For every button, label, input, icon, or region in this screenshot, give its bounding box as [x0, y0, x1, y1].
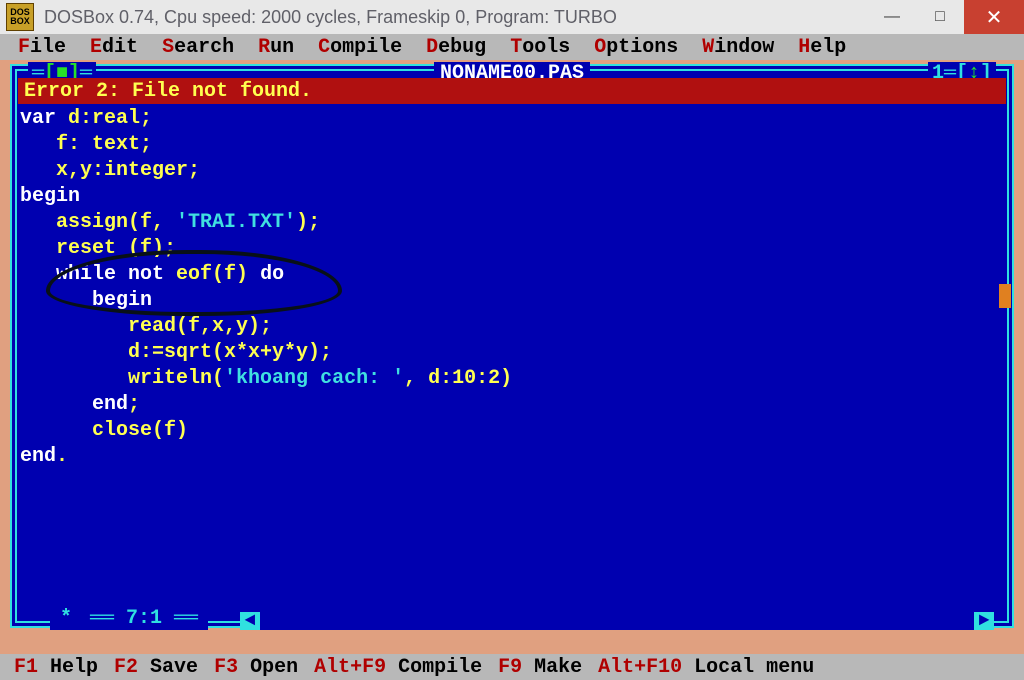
- editor-frame: ═[■]═ NONAME00.PAS 1═[↕] Error 2: File n…: [10, 64, 1014, 628]
- menu-window[interactable]: Window: [690, 36, 786, 59]
- dosbox-icon: DOS BOX: [6, 3, 34, 31]
- turbo-menubar: FileEditSearchRunCompileDebugToolsOption…: [0, 34, 1024, 60]
- close-button[interactable]: ✕: [964, 0, 1024, 34]
- shortcut-f3[interactable]: F3 Open: [206, 656, 306, 679]
- scroll-left-icon[interactable]: ◄: [240, 612, 260, 630]
- menu-debug[interactable]: Debug: [414, 36, 498, 59]
- maximize-button[interactable]: □: [916, 0, 964, 34]
- scrollbar-thumb[interactable]: [999, 284, 1011, 308]
- editor-stage: ═[■]═ NONAME00.PAS 1═[↕] Error 2: File n…: [0, 60, 1024, 654]
- shortcut-bar: F1 HelpF2 SaveF3 OpenAlt+F9 CompileF9 Ma…: [0, 654, 1024, 680]
- status-cursor-pos: *══ 7:1 ══: [50, 607, 208, 630]
- shortcut-alt-f10[interactable]: Alt+F10 Local menu: [590, 656, 822, 679]
- error-bar: Error 2: File not found.: [18, 78, 1006, 104]
- menu-run[interactable]: Run: [246, 36, 306, 59]
- shortcut-f2[interactable]: F2 Save: [106, 656, 206, 679]
- menu-compile[interactable]: Compile: [306, 36, 414, 59]
- menu-file[interactable]: File: [6, 36, 78, 59]
- menu-tools[interactable]: Tools: [498, 36, 582, 59]
- code-editor[interactable]: var d:real; f: text; x,y:integer; begin …: [20, 106, 994, 610]
- cursor-position: 7:1: [126, 607, 162, 630]
- menu-edit[interactable]: Edit: [78, 36, 150, 59]
- shortcut-f9[interactable]: F9 Make: [490, 656, 590, 679]
- dosbox-window: DOS BOX DOSBox 0.74, Cpu speed: 2000 cyc…: [0, 0, 1024, 680]
- scroll-right-icon[interactable]: ►: [974, 612, 994, 630]
- os-titlebar: DOS BOX DOSBox 0.74, Cpu speed: 2000 cyc…: [0, 0, 1024, 34]
- os-title-text: DOSBox 0.74, Cpu speed: 2000 cycles, Fra…: [40, 7, 621, 28]
- scrollbar-track[interactable]: [260, 617, 974, 625]
- minimize-button[interactable]: —: [868, 0, 916, 34]
- shortcut-alt-f9[interactable]: Alt+F9 Compile: [306, 656, 490, 679]
- shortcut-f1[interactable]: F1 Help: [6, 656, 106, 679]
- menu-help[interactable]: Help: [786, 36, 858, 59]
- menu-options[interactable]: Options: [582, 36, 690, 59]
- modified-indicator: *: [60, 607, 72, 630]
- menu-search[interactable]: Search: [150, 36, 246, 59]
- horizontal-scrollbar[interactable]: ◄ ►: [240, 612, 994, 630]
- vertical-scrollbar[interactable]: [998, 84, 1012, 608]
